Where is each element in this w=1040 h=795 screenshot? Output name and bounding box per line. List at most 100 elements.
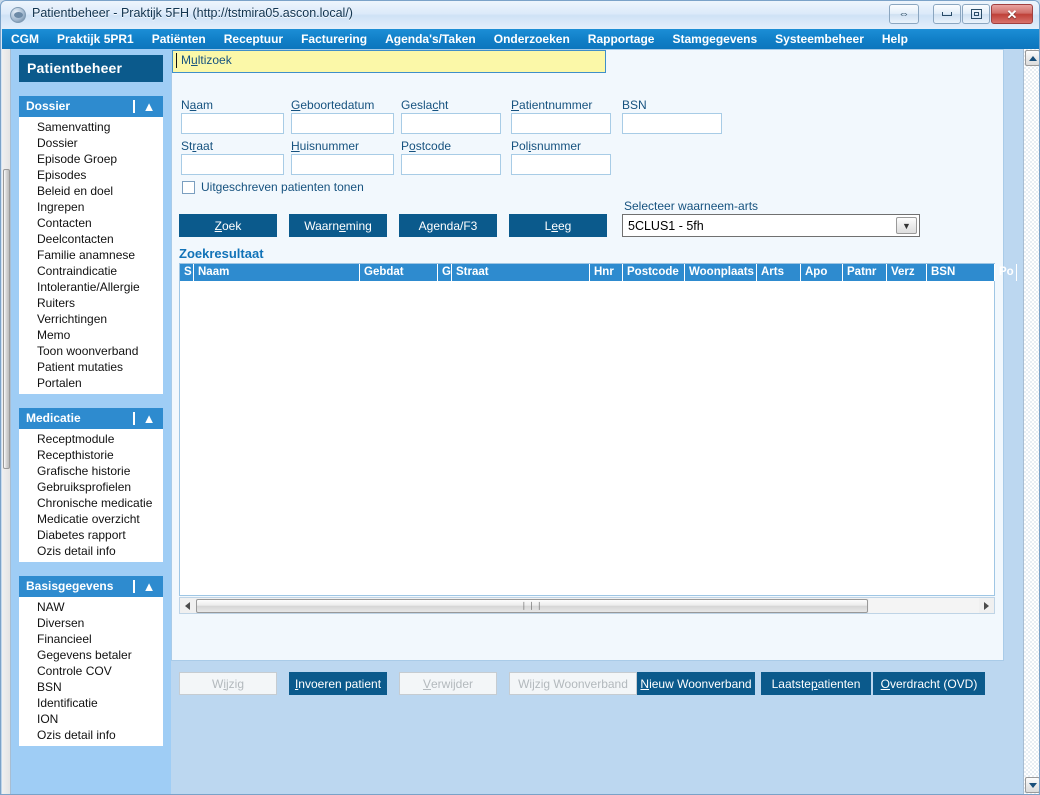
sidebar-item-medicatie-overzicht[interactable]: Medicatie overzicht	[19, 511, 163, 527]
menu-item-help[interactable]: Help	[873, 30, 917, 48]
sidebar-section-header-basisgegevens[interactable]: Basisgegevens ▲	[19, 576, 163, 597]
chevron-up-icon[interactable]: ▲	[133, 579, 163, 593]
grid-column-header-s[interactable]: S	[180, 264, 194, 281]
sidebar-section-header-medicatie[interactable]: Medicatie ▲	[19, 408, 163, 429]
patientnummer-input[interactable]	[511, 113, 611, 134]
sidebar-item-memo[interactable]: Memo	[19, 327, 163, 343]
menu-item-receptuur[interactable]: Receptuur	[215, 30, 292, 48]
sidebar-item-patient-mutaties[interactable]: Patient mutaties	[19, 359, 163, 375]
sidebar-item-deelcontacten[interactable]: Deelcontacten	[19, 231, 163, 247]
left-scrollbar[interactable]	[2, 49, 11, 794]
postcode-input[interactable]	[401, 154, 501, 175]
chevron-down-icon[interactable]: ▼	[896, 217, 917, 234]
uitgeschreven-checkbox[interactable]	[182, 180, 195, 194]
scroll-down-arrow-icon[interactable]	[1025, 777, 1039, 793]
multizoek-input[interactable]	[172, 50, 606, 73]
sidebar-item-recepthistorie[interactable]: Recepthistorie	[19, 447, 163, 463]
resize-button[interactable]: ⇔	[889, 4, 919, 24]
horizontal-scroll-track[interactable]	[869, 598, 979, 613]
nieuw-woonverband-button[interactable]: Nieuw Woonverband	[637, 672, 755, 695]
scroll-left-arrow-icon[interactable]	[180, 598, 195, 613]
grid-column-header-verz[interactable]: Verz	[887, 264, 927, 281]
page-vertical-scrollbar[interactable]	[1023, 49, 1039, 794]
agenda-button[interactable]: Agenda/F3	[399, 214, 497, 237]
grid-column-header-hnr[interactable]: Hnr	[590, 264, 623, 281]
laatste-patienten-button[interactable]: Laatste p atienten	[761, 672, 871, 695]
grid-horizontal-scrollbar[interactable]: ❘❘❘	[179, 597, 995, 614]
leeg-button[interactable]: Le eg	[509, 214, 607, 237]
scroll-up-arrow-icon[interactable]	[1025, 50, 1039, 66]
waarneming-button[interactable]: Waarn e ming	[289, 214, 387, 237]
grid-column-header-po[interactable]: Po	[995, 264, 1017, 281]
bsn-input[interactable]	[622, 113, 722, 134]
sidebar-item-bsn[interactable]: BSN	[19, 679, 163, 695]
sidebar-item-intolerantie-allergie[interactable]: Intolerantie/Allergie	[19, 279, 163, 295]
zoek-button[interactable]: Zoek	[179, 214, 277, 237]
menu-item-rapportage[interactable]: Rapportage	[579, 30, 664, 48]
grid-column-header-gebdat[interactable]: Gebdat	[360, 264, 438, 281]
results-grid-body[interactable]	[180, 281, 994, 578]
chevron-up-icon[interactable]: ▲	[133, 411, 163, 425]
sidebar-item-verrichtingen[interactable]: Verrichtingen	[19, 311, 163, 327]
sidebar-item-identificatie[interactable]: Identificatie	[19, 695, 163, 711]
geboortedatum-input[interactable]	[291, 113, 394, 134]
sidebar-item-episodes[interactable]: Episodes	[19, 167, 163, 183]
sidebar-section-header-dossier[interactable]: Dossier ▲	[19, 96, 163, 117]
sidebar-item-receptmodule[interactable]: Receptmodule	[19, 431, 163, 447]
naam-input[interactable]	[181, 113, 284, 134]
sidebar-item-diversen[interactable]: Diversen	[19, 615, 163, 631]
menu-item-stamgegevens[interactable]: Stamgegevens	[663, 30, 766, 48]
sidebar-item-dossier[interactable]: Dossier	[19, 135, 163, 151]
sidebar-item-episode-groep[interactable]: Episode Groep	[19, 151, 163, 167]
sidebar-item-gegevens-betaler[interactable]: Gegevens betaler	[19, 647, 163, 663]
menu-item-cgm[interactable]: CGM	[2, 30, 48, 48]
grid-column-header-arts[interactable]: Arts	[757, 264, 801, 281]
sidebar-item-gebruiksprofielen[interactable]: Gebruiksprofielen	[19, 479, 163, 495]
sidebar-item-naw[interactable]: NAW	[19, 599, 163, 615]
minimize-button[interactable]	[933, 4, 961, 24]
sidebar-item-ruiters[interactable]: Ruiters	[19, 295, 163, 311]
sidebar-item-controle-cov[interactable]: Controle COV	[19, 663, 163, 679]
sidebar-item-ozis-detail-info[interactable]: Ozis detail info	[19, 543, 163, 559]
sidebar-item-ion[interactable]: ION	[19, 711, 163, 727]
grid-column-header-woonplaats[interactable]: Woonplaats	[685, 264, 757, 281]
sidebar-item-grafische-historie[interactable]: Grafische historie	[19, 463, 163, 479]
geslacht-input[interactable]	[401, 113, 501, 134]
chevron-up-icon[interactable]: ▲	[133, 99, 163, 113]
grid-column-header-g[interactable]: G	[438, 264, 452, 281]
sidebar-item-familie-anamnese[interactable]: Familie anamnese	[19, 247, 163, 263]
grid-column-header-postcode[interactable]: Postcode	[623, 264, 685, 281]
polisnummer-input[interactable]	[511, 154, 611, 175]
sidebar-item-ingrepen[interactable]: Ingrepen	[19, 199, 163, 215]
straat-input[interactable]	[181, 154, 284, 175]
sidebar-item-contraindicatie[interactable]: Contraindicatie	[19, 263, 163, 279]
grid-column-header-apo[interactable]: Apo	[801, 264, 843, 281]
grid-column-header-naam[interactable]: Naam	[194, 264, 360, 281]
menu-item-agenda-s-taken[interactable]: Agenda's/Taken	[376, 30, 485, 48]
menu-item-onderzoeken[interactable]: Onderzoeken	[485, 30, 579, 48]
grid-column-header-straat[interactable]: Straat	[452, 264, 590, 281]
maximize-button[interactable]	[962, 4, 990, 24]
sidebar-item-samenvatting[interactable]: Samenvatting	[19, 119, 163, 135]
invoeren-patient-button[interactable]: Invoeren patient	[289, 672, 387, 695]
left-scrollbar-thumb[interactable]	[3, 169, 10, 469]
huisnummer-input[interactable]	[291, 154, 394, 175]
grid-column-header-patnr[interactable]: Patnr	[843, 264, 887, 281]
menu-item-systeembeheer[interactable]: Systeembeheer	[766, 30, 873, 48]
sidebar-item-chronische-medicatie[interactable]: Chronische medicatie	[19, 495, 163, 511]
horizontal-scroll-thumb[interactable]: ❘❘❘	[196, 598, 868, 613]
menu-item-facturering[interactable]: Facturering	[292, 30, 376, 48]
close-button[interactable]: ✕	[991, 4, 1033, 24]
sidebar-item-contacten[interactable]: Contacten	[19, 215, 163, 231]
uitgeschreven-checkbox-row[interactable]: Uitgeschreven patienten tonen	[182, 180, 364, 194]
sidebar-item-financieel[interactable]: Financieel	[19, 631, 163, 647]
menu-item-praktijk-5pr1[interactable]: Praktijk 5PR1	[48, 30, 143, 48]
menu-item-pati-nten[interactable]: Patiënten	[143, 30, 215, 48]
waarneem-arts-select[interactable]: 5CLUS1 - 5fh ▼	[622, 214, 920, 237]
sidebar-item-beleid-en-doel[interactable]: Beleid en doel	[19, 183, 163, 199]
grid-column-header-bsn[interactable]: BSN	[927, 264, 995, 281]
sidebar-item-portalen[interactable]: Portalen	[19, 375, 163, 391]
sidebar-item-toon-woonverband[interactable]: Toon woonverband	[19, 343, 163, 359]
sidebar-item-diabetes-rapport[interactable]: Diabetes rapport	[19, 527, 163, 543]
scroll-right-arrow-icon[interactable]	[979, 598, 994, 613]
